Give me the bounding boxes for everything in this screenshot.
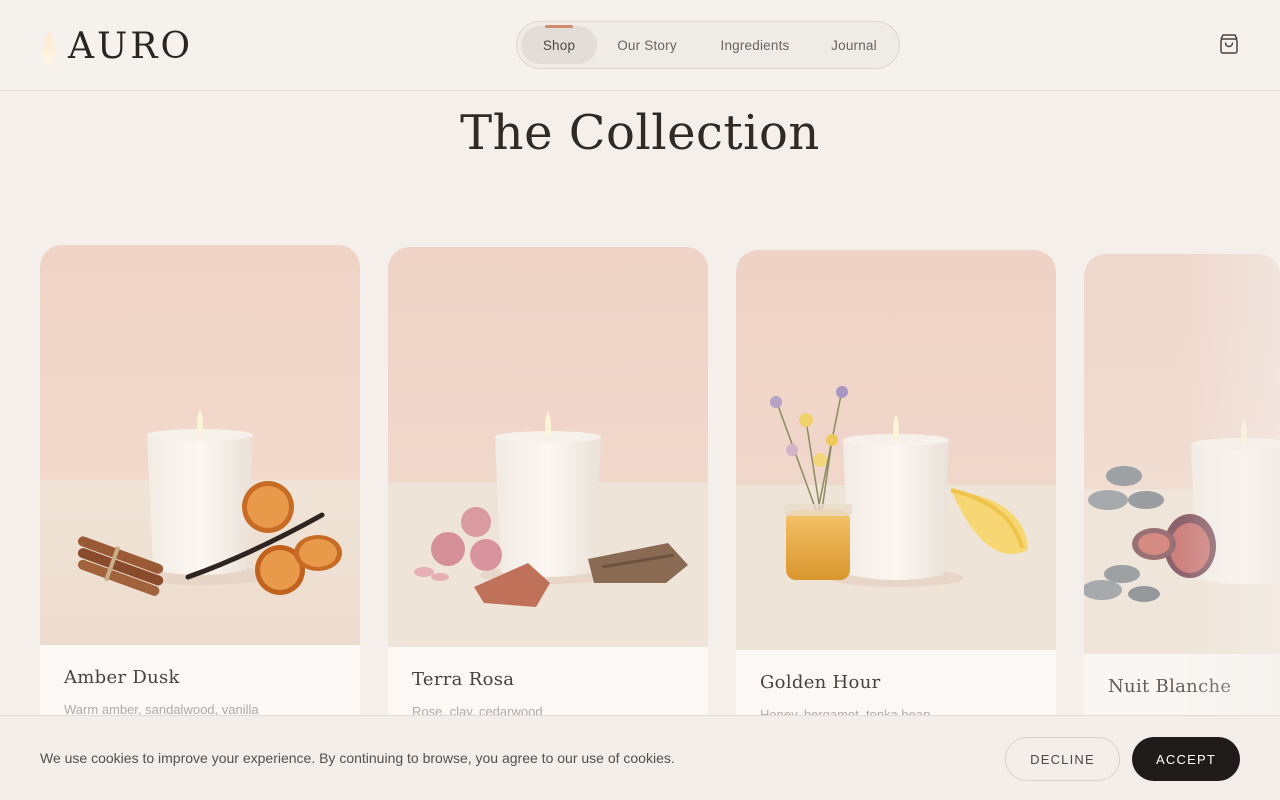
cookie-message: We use cookies to improve your experienc… (40, 750, 675, 766)
site-header: AURO Shop Our Story Ingredients Journal (0, 0, 1280, 91)
product-name: Golden Hour (760, 672, 881, 693)
product-name: Amber Dusk (64, 667, 180, 688)
nav-item-ingredients[interactable]: Ingredients (697, 26, 813, 64)
product-image (40, 245, 360, 645)
flame-icon (42, 30, 56, 66)
product-card-golden-hour[interactable]: Golden Hour Honey, bergamot, tonka bean (736, 250, 1056, 770)
page-title: The Collection (460, 105, 820, 161)
product-card-amber-dusk[interactable]: Amber Dusk Warm amber, sandalwood, vanil… (40, 245, 360, 765)
product-name: Terra Rosa (412, 669, 515, 690)
product-name: Nuit Blanche (1108, 676, 1232, 697)
brand-logo[interactable]: AURO (40, 24, 193, 68)
decline-button[interactable]: DECLINE (1005, 737, 1120, 781)
nav-item-our-story[interactable]: Our Story (597, 26, 697, 64)
shopping-bag-icon (1220, 34, 1238, 54)
cart-button[interactable] (1216, 31, 1242, 57)
product-card-nuit-blanche[interactable]: Nuit Blanche (1084, 254, 1280, 774)
main-nav: Shop Our Story Ingredients Journal (516, 21, 900, 69)
nav-item-shop[interactable]: Shop (521, 26, 597, 64)
nav-item-journal[interactable]: Journal (813, 26, 895, 64)
brand-name: AURO (68, 25, 193, 67)
product-image (1084, 254, 1280, 654)
cookie-banner: We use cookies to improve your experienc… (0, 715, 1280, 800)
product-image (388, 247, 708, 647)
product-card-terra-rosa[interactable]: Terra Rosa Rose, clay, cedarwood (388, 247, 708, 767)
product-image (736, 250, 1056, 650)
accept-button[interactable]: ACCEPT (1132, 737, 1240, 781)
